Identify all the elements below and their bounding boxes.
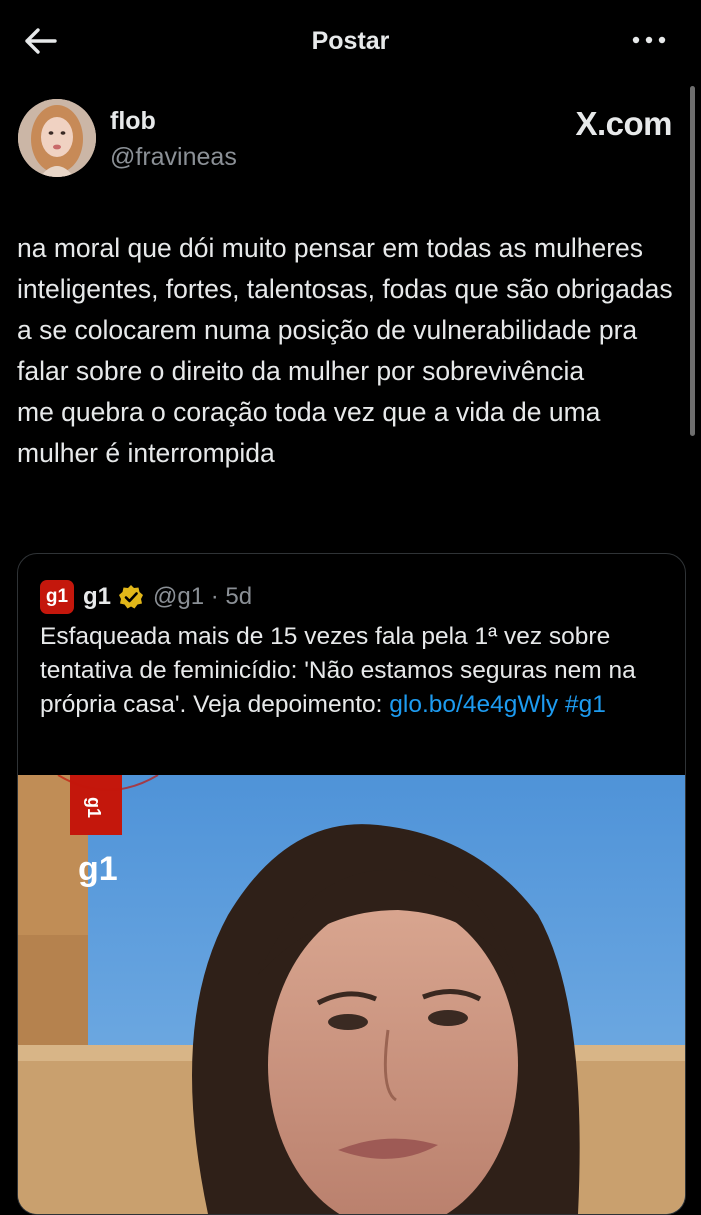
x-com-watermark: X.com	[575, 105, 672, 142]
page-title: Postar	[311, 27, 390, 55]
hashtag-link[interactable]: #g1	[565, 691, 606, 718]
author-name[interactable]: flob	[110, 107, 156, 136]
quoted-handle-time: @g1 · 5d	[153, 583, 253, 610]
more-options-button[interactable]	[631, 28, 667, 52]
g1-tag-text: g1	[84, 797, 104, 818]
g1-logo[interactable]: g1	[40, 580, 74, 614]
quoted-tweet-text: Esfaqueada mais de 15 vezes fala pela 1ª…	[40, 620, 660, 722]
scrollbar[interactable]	[690, 86, 695, 436]
author-handle[interactable]: @fravineas	[110, 143, 237, 172]
quoted-tweet-card[interactable]: g1 g1 @g1 · 5d Esfaqueada mais de 15 vez…	[17, 553, 686, 1215]
tweet-text: na moral que dói muito pensar em todas a…	[17, 228, 682, 474]
verified-badge-icon	[119, 585, 144, 609]
more-dots-icon	[632, 36, 666, 44]
tweet-paragraph: na moral que dói muito pensar em todas a…	[17, 233, 673, 386]
top-bar: Postar	[0, 0, 701, 82]
quoted-author-name[interactable]: g1	[83, 583, 111, 611]
quoted-link[interactable]: glo.bo/4e4gWly	[389, 691, 558, 718]
avatar-photo	[18, 99, 96, 177]
quoted-tweet-header: g1 g1 @g1 · 5d	[40, 580, 252, 614]
g1-overlay-logo: g1	[78, 850, 118, 888]
avatar[interactable]	[18, 99, 96, 177]
video-frame: g1 g1	[18, 775, 685, 1214]
video-thumbnail[interactable]: g1 g1	[18, 775, 685, 1214]
tweet-paragraph: me quebra o coração toda vez que a vida …	[17, 397, 601, 468]
tweet-author: flob @fravineas X.com	[18, 99, 678, 181]
